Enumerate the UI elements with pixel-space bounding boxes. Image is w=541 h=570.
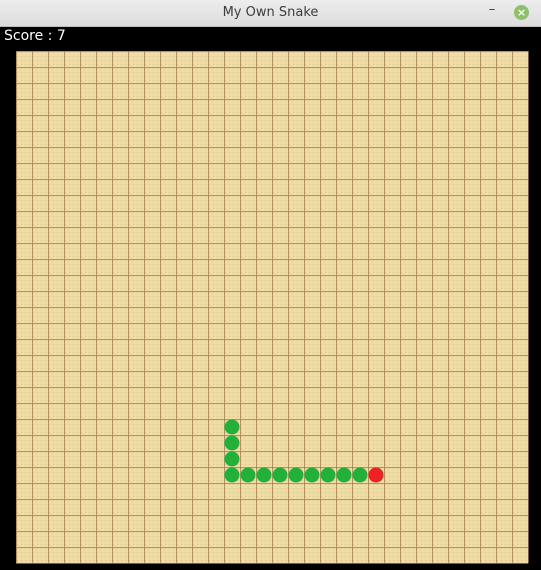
- snake-segment: [320, 467, 336, 483]
- snake-segment: [256, 467, 272, 483]
- snake-segment: [240, 467, 256, 483]
- snake-segment: [224, 451, 240, 467]
- snake-segment: [336, 467, 352, 483]
- snake-segment: [224, 419, 240, 435]
- game-board[interactable]: [0, 0, 541, 570]
- snake-segment: [272, 467, 288, 483]
- food: [368, 467, 384, 483]
- snake-segment: [304, 467, 320, 483]
- snake-segment: [224, 467, 240, 483]
- snake-segment: [288, 467, 304, 483]
- snake-segment: [352, 467, 368, 483]
- game-window: My Own Snake – × Score : 7: [0, 0, 541, 570]
- food-pellet: [368, 467, 384, 483]
- snake-segment: [224, 435, 240, 451]
